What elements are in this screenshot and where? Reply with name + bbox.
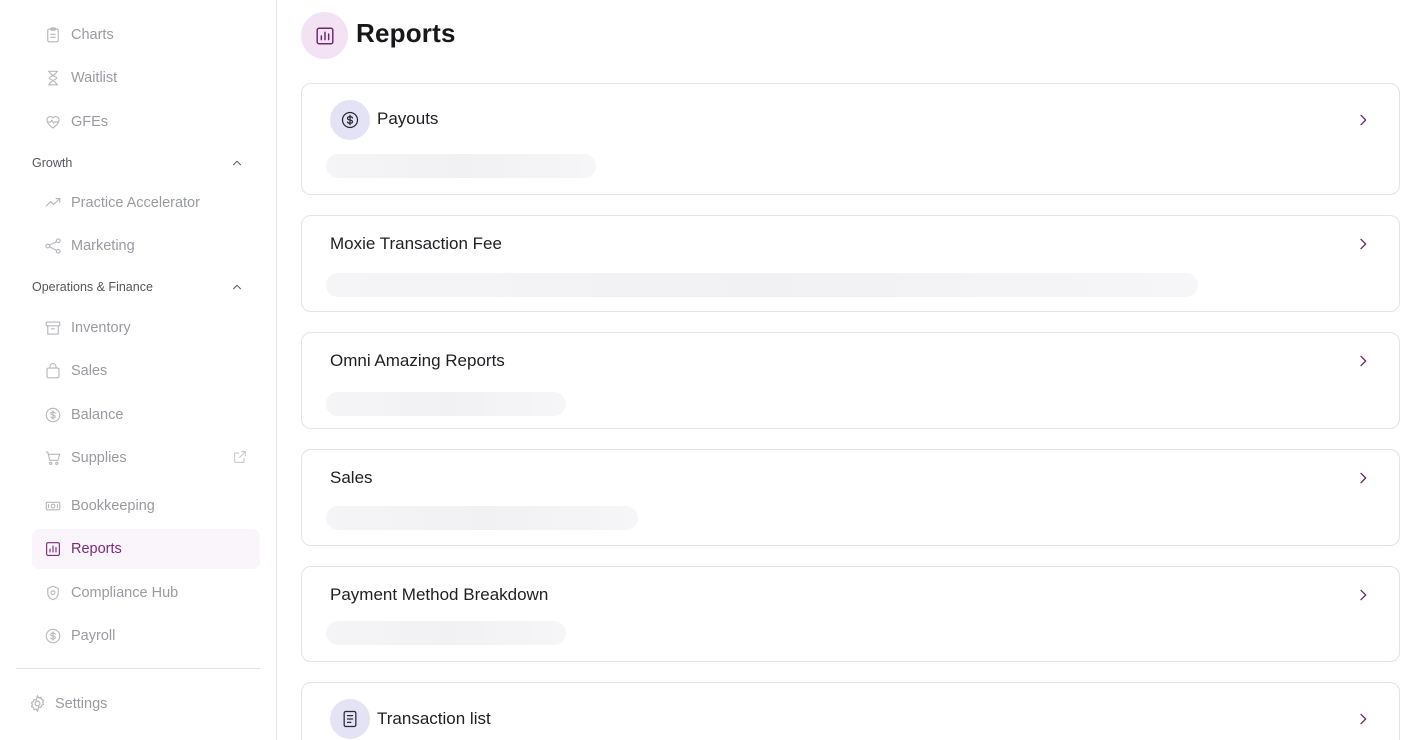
archive-icon [44,319,62,337]
sidebar-item-label: Sales [71,363,108,379]
bar-chart-icon [315,26,334,45]
loading-skeleton [326,621,566,645]
gear-icon [30,694,45,713]
settings-label: Settings [55,695,108,712]
card-title: Transaction list [377,709,491,728]
money-icon [44,497,62,515]
reports-page-icon [301,12,348,59]
loading-skeleton [326,506,638,530]
shopping-bag-icon [44,362,62,380]
trending-up-icon [44,194,62,212]
sidebar-item-label: Practice Accelerator [71,195,200,211]
section-operations-toggle[interactable]: Operations & Finance [32,277,244,297]
card-title: Moxie Transaction Fee [330,234,502,253]
clipboard-icon [44,26,62,44]
card-title: Omni Amazing Reports [330,351,505,370]
loading-skeleton [326,273,1198,297]
sidebar-item-compliance-hub[interactable]: Compliance Hub [32,573,260,613]
sidebar-item-label: Inventory [71,320,131,336]
shield-icon [44,584,62,602]
sidebar-item-label: Supplies [71,450,127,466]
sidebar-item-waitlist[interactable]: Waitlist [32,58,260,98]
sidebar-item-label: Waitlist [71,70,118,86]
sidebar-item-marketing[interactable]: Marketing [32,226,260,266]
card-title: Payment Method Breakdown [330,585,549,604]
sidebar-item-gfes[interactable]: GFEs [32,102,260,142]
report-card-moxie-transaction-fee[interactable]: Moxie Transaction Fee [301,215,1400,312]
sidebar-item-label: GFEs [71,114,109,130]
share-icon [44,237,62,255]
sidebar-item-reports[interactable]: Reports [32,529,260,569]
sidebar-item-balance[interactable]: Balance [32,395,260,435]
sidebar: Charts Waitlist GFEs Growth Practice Acc… [0,0,277,740]
sidebar-item-label: Payroll [71,628,116,644]
sidebar-item-label: Marketing [71,238,135,254]
loading-skeleton [326,154,596,178]
sidebar-item-label: Balance [71,407,124,423]
sidebar-item-label: Reports [71,541,122,557]
chevron-right-icon[interactable] [1355,236,1371,252]
report-card-sales[interactable]: Sales [301,449,1400,546]
section-title: Operations & Finance [32,280,153,294]
chevron-right-icon[interactable] [1355,470,1371,486]
report-card-omni-amazing-reports[interactable]: Omni Amazing Reports [301,332,1400,429]
bar-chart-icon [44,540,62,558]
sidebar-item-payroll[interactable]: Payroll [32,616,260,656]
document-icon [330,699,370,739]
sidebar-item-sales[interactable]: Sales [32,351,260,391]
chevron-right-icon[interactable] [1355,711,1371,727]
sidebar-divider [16,668,260,669]
sidebar-item-label: Bookkeeping [71,498,155,514]
sidebar-item-settings[interactable]: Settings [28,694,107,713]
sidebar-item-practice-accelerator[interactable]: Practice Accelerator [32,183,260,223]
heart-pulse-icon [44,113,62,131]
dollar-circle-icon [44,406,62,424]
section-title: Growth [32,156,73,170]
sidebar-item-label: Charts [71,27,114,43]
sidebar-item-supplies[interactable]: Supplies [32,438,260,478]
chevron-up-icon [233,160,241,166]
sidebar-item-inventory[interactable]: Inventory [32,308,260,348]
report-card-payouts[interactable]: Payouts [301,83,1400,195]
page-title: Reports [356,18,456,48]
section-growth-toggle[interactable]: Growth [32,153,244,173]
chevron-right-icon[interactable] [1355,112,1371,128]
sidebar-item-label: Compliance Hub [71,585,179,601]
external-link-icon [232,449,248,465]
card-title: Sales [330,468,373,487]
chevron-right-icon[interactable] [1355,587,1371,603]
dollar-circle-icon [330,100,370,140]
sidebar-item-bookkeeping[interactable]: Bookkeeping [32,486,260,526]
sidebar-item-charts[interactable]: Charts [32,15,260,55]
report-card-transaction-list[interactable]: Transaction list [301,682,1400,740]
loading-skeleton [326,392,566,416]
report-card-payment-method-breakdown[interactable]: Payment Method Breakdown [301,566,1400,662]
hourglass-icon [44,69,62,87]
dollar-circle-icon [44,627,62,645]
chevron-right-icon[interactable] [1355,353,1371,369]
chevron-up-icon [233,284,241,290]
cart-icon [44,449,62,467]
card-title: Payouts [377,109,439,128]
